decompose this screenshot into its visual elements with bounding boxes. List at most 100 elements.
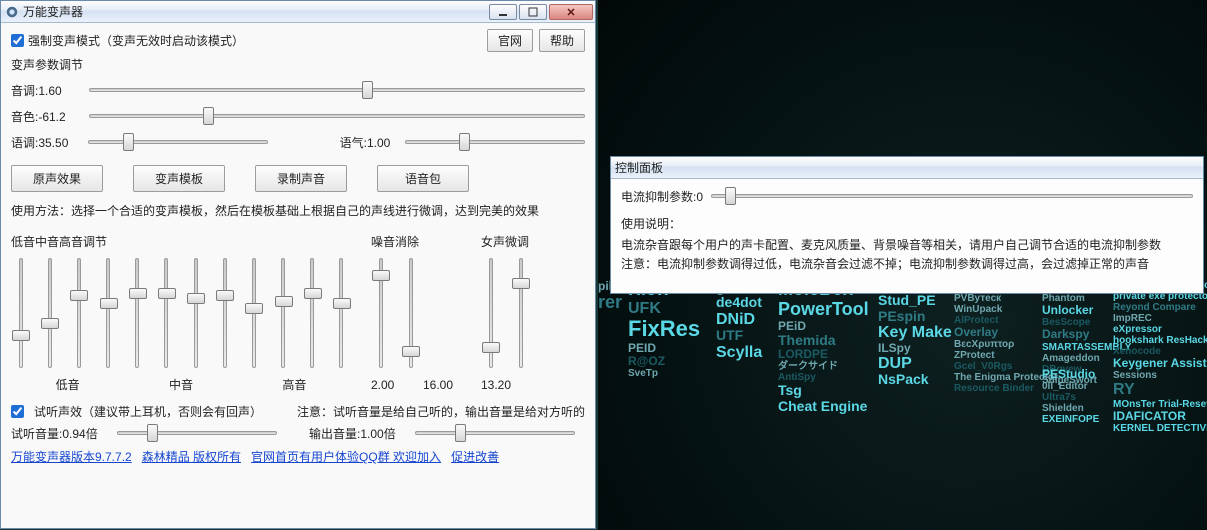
female-val-2 — [533, 378, 573, 392]
wallpaper-word: Key Make — [878, 324, 952, 342]
wallpaper-word: NsPack — [878, 372, 952, 387]
wallpaper-word: Sessions — [1113, 370, 1207, 381]
noise-val-2: 16.00 — [423, 378, 463, 392]
vertical-slider[interactable] — [274, 254, 293, 374]
vertical-slider[interactable] — [99, 254, 118, 374]
params-section-title: 变声参数调节 — [11, 56, 585, 73]
preview-volume-slider[interactable] — [117, 424, 277, 442]
wallpaper-word: Shielden — [1042, 403, 1099, 414]
wallpaper-word: ImpREC — [1113, 313, 1207, 324]
vertical-slider[interactable] — [371, 254, 391, 374]
wallpaper-word: KERNEL DETECTIVE — [1113, 423, 1207, 434]
ctl-title: 控制面板 — [615, 159, 663, 176]
ctl-explain-title: 使用说明： — [621, 215, 1193, 232]
version-text[interactable]: 万能变声器版本9.7.7.2 — [11, 448, 132, 465]
vertical-slider[interactable] — [69, 254, 88, 374]
wallpaper-word: SveTp — [628, 368, 700, 379]
output-volume-label: 输出音量:1.00倍 — [309, 425, 409, 442]
vertical-slider[interactable] — [215, 254, 234, 374]
wallpaper-word: R@OZ — [628, 355, 700, 368]
ctl-explain-line1: 电流杂音跟每个用户的声卡配置、麦克风质量、背景噪音等相关，请用户自己调节合适的电… — [621, 236, 1193, 255]
vertical-slider[interactable] — [481, 254, 501, 374]
wallpaper-word: eXpressor — [1113, 324, 1207, 335]
wallpaper-word: Keygener Assistant — [1113, 357, 1207, 370]
wallpaper-word: PEspin — [878, 309, 952, 324]
pitch-label: 音调:1.60 — [11, 82, 83, 99]
voice-changer-window: 万能变声器 强制变声模式（变声无效时启动该模式） 官网 帮助 变声参数调节 音调… — [0, 0, 596, 529]
control-panel-window: 控制面板 电流抑制参数:0 使用说明： 电流杂音跟每个用户的声卡配置、麦克风质量… — [610, 156, 1204, 294]
wallpaper-word: LORDPE — [778, 348, 869, 361]
eq-axis-high: 高音 — [238, 376, 351, 393]
main-titlebar[interactable]: 万能变声器 — [1, 1, 595, 23]
vertical-slider[interactable] — [11, 254, 30, 374]
wallpaper-word: ILSpy — [878, 342, 952, 355]
wallpaper-word: FixRes — [628, 317, 700, 341]
current-suppress-label: 电流抑制参数:0 — [621, 188, 703, 205]
eq-sliders[interactable] — [11, 254, 351, 374]
vertical-slider[interactable] — [401, 254, 421, 374]
female-sliders[interactable] — [481, 254, 561, 374]
timbre-slider[interactable] — [89, 107, 585, 125]
voice-template-button[interactable]: 变声模板 — [133, 165, 225, 192]
wallpaper-word: hookshark ResHacker — [1113, 335, 1207, 346]
wallpaper-word: Ultra7s — [1042, 392, 1099, 403]
vertical-slider[interactable] — [511, 254, 531, 374]
official-site-button[interactable]: 官网 — [487, 29, 533, 52]
tone-slider[interactable] — [405, 133, 585, 151]
intonation-slider[interactable] — [88, 133, 268, 151]
noise-val-1: 2.00 — [371, 378, 411, 392]
wallpaper-word: IDAFICATOR — [1113, 410, 1207, 423]
wallpaper-word: PEiD — [778, 320, 869, 333]
force-mode-checkbox[interactable] — [11, 34, 24, 47]
vertical-slider[interactable] — [186, 254, 205, 374]
copyright-text[interactable]: 森林精品 版权所有 — [142, 448, 241, 465]
wallpaper-word: DUP — [878, 355, 952, 373]
pitch-slider[interactable] — [89, 81, 585, 99]
eq-axis-low: 低音 — [11, 376, 124, 393]
wallpaper-word: 0ll_Editor — [1042, 381, 1099, 392]
wallpaper-word: de4dot — [716, 295, 762, 310]
record-sound-button[interactable]: 录制声音 — [255, 165, 347, 192]
vertical-slider[interactable] — [128, 254, 147, 374]
female-val-1: 13.20 — [481, 378, 521, 392]
improve-link[interactable]: 促进改善 — [451, 448, 499, 465]
vertical-slider[interactable] — [303, 254, 322, 374]
wallpaper-word: RY — [1113, 381, 1207, 399]
main-title: 万能变声器 — [23, 3, 83, 20]
preview-effect-checkbox[interactable] — [11, 405, 24, 418]
intonation-label: 语调:35.50 — [11, 134, 82, 151]
wallpaper-word: ダークサイド — [778, 361, 869, 372]
eq-axis-mid: 中音 — [124, 376, 237, 393]
voice-pack-button[interactable]: 语音包 — [377, 165, 469, 192]
qq-group-link[interactable]: 官网首页有用户体验QQ群 欢迎加入 — [251, 448, 441, 465]
output-volume-slider[interactable] — [415, 424, 575, 442]
wallpaper-word: PEStudio — [1042, 368, 1099, 381]
current-suppress-slider[interactable] — [711, 187, 1193, 205]
vertical-slider[interactable] — [157, 254, 176, 374]
wallpaper-word: Reyond Compare — [1113, 302, 1207, 313]
ctl-titlebar[interactable]: 控制面板 — [611, 157, 1203, 179]
noise-sliders[interactable] — [371, 254, 461, 374]
wallpaper-word: EXEINFOPE — [1042, 414, 1099, 425]
vertical-slider[interactable] — [244, 254, 263, 374]
ctl-explain-line2: 注意：电流抑制参数调得过低，电流杂音会过滤不掉；电流抑制参数调得过高，会过滤掉正… — [621, 255, 1193, 274]
vertical-slider[interactable] — [332, 254, 351, 374]
timbre-label: 音色:-61.2 — [11, 108, 83, 125]
wallpaper-word: DNiD — [716, 311, 762, 329]
eq-title: 低音中音高音调节 — [11, 233, 351, 250]
tone-label: 语气:1.00 — [340, 134, 399, 151]
wallpaper-word: Themida — [778, 333, 869, 348]
force-mode-label: 强制变声模式（变声无效时启动该模式） — [28, 32, 244, 49]
maximize-button[interactable] — [519, 4, 547, 20]
wallpaper-word: Stud_PE — [878, 293, 952, 308]
original-sound-button[interactable]: 原声效果 — [11, 165, 103, 192]
close-button[interactable] — [549, 4, 593, 20]
female-tune-title: 女声微调 — [481, 233, 561, 250]
wallpaper-word: UTF — [716, 328, 762, 343]
vertical-slider[interactable] — [40, 254, 59, 374]
usage-text: 使用方法：选择一个合适的变声模板，然后在模板基础上根据自己的声线进行微调，达到完… — [11, 202, 585, 219]
help-button[interactable]: 帮助 — [539, 29, 585, 52]
wallpaper-word: PowerTool — [778, 300, 869, 320]
wallpaper-word: rer — [598, 293, 623, 313]
minimize-button[interactable] — [489, 4, 517, 20]
